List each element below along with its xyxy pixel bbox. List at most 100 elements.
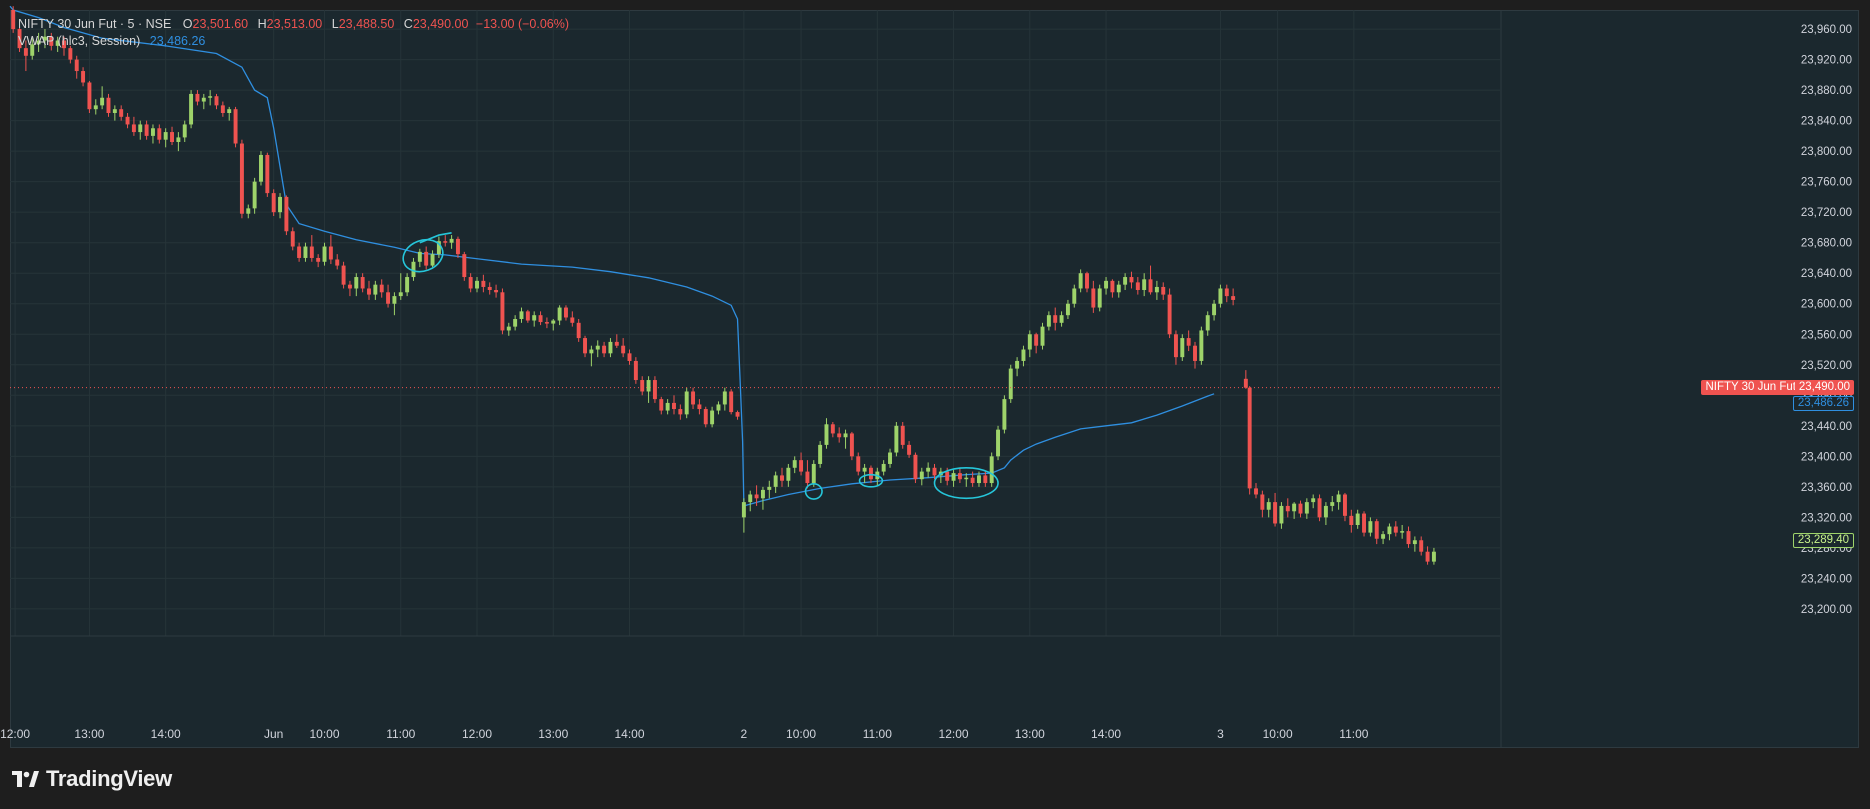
candle-body [373,284,378,295]
time-tick-label: 3 [1217,727,1224,741]
candle [119,105,124,121]
candle-body [487,286,492,291]
candle [1123,273,1128,291]
time-tick-label: 10:00 [310,727,340,741]
candle [462,251,467,281]
candle [589,345,594,367]
candle [11,6,16,33]
candle-body [633,360,638,381]
candle [424,246,429,270]
change-value: −13.00 (−0.06%) [475,17,570,31]
candle [405,273,410,297]
candle-body [716,404,721,411]
candle-body [341,265,346,285]
candle [532,311,537,327]
price-axis: 23,960.00 23,920.00 23,880.00 23,840.00 23,8… [1500,10,1852,748]
candle [951,470,956,487]
candle [1021,345,1026,367]
candle [640,376,645,396]
price-tick-label: 23,360.00 [1801,482,1852,494]
candle-body [125,116,130,125]
candle-body [589,349,594,354]
candle [494,284,499,298]
candle-body [1279,505,1284,524]
candle-body [1317,498,1322,518]
candle [1323,502,1328,525]
candle [665,399,670,415]
candle [576,319,581,342]
candle-body [392,296,397,304]
candle-body [926,467,931,472]
candle-body [532,315,537,321]
candle [176,132,181,152]
time-tick-label: 11:00 [863,727,892,741]
candle [570,311,575,327]
time-axis: 12:00 13:00 14:00 Jun 10:00 11:00 12:00 13:00 14… [0,635,1500,741]
candle-body [888,452,892,464]
candle [1154,280,1159,300]
candle [1027,330,1032,358]
candle-body [303,246,308,258]
candle [1097,284,1102,312]
candle-body [449,238,454,243]
candle [1040,322,1045,350]
candle-body [500,292,505,331]
candlestick-chart[interactable]: 23,960.00 23,920.00 23,880.00 23,840.00 23,8… [0,0,1870,809]
last-price-tag: 23,490.00 [1794,380,1854,396]
indicator-value: 23,486.26 [149,34,206,48]
time-tick-label: 2 [741,727,748,741]
candle [716,401,721,415]
candle-body [506,326,511,331]
candle [760,486,765,510]
candle-body [849,433,854,457]
grid [10,10,1500,636]
tradingview-wordmark: TradingView [46,766,172,791]
candle [843,429,848,449]
candle [1231,288,1236,306]
candle-body [176,137,181,142]
indicator-label[interactable]: VWAP (hlc3, Session) [18,34,140,48]
candle [335,254,340,270]
price-tick-label: 23,960.00 [1801,24,1852,36]
candle [1260,490,1265,518]
tradingview-branding[interactable]: TradingView [12,766,172,792]
candle-body [1260,494,1265,510]
candle [824,418,829,449]
candle [1015,357,1020,377]
candle [703,406,708,428]
time-tick-label: 13:00 [1015,727,1045,741]
candle [1279,502,1284,529]
candle [1266,498,1271,518]
candle-body [316,257,321,262]
candle-body [894,425,899,453]
candle [710,406,715,428]
price-tick-label: 23,720.00 [1801,207,1852,219]
indicator-legend[interactable]: VWAP (hlc3, Session) 23,486.26 [18,33,569,50]
candle-body [627,353,632,361]
candle [830,422,835,438]
candle [1330,496,1335,512]
candle-body [1349,515,1354,525]
candle [455,236,460,258]
candle-body [455,238,460,255]
candle [786,463,791,487]
candle-body [309,246,314,258]
candle-body [544,322,549,324]
candle [1046,311,1051,331]
candle [163,128,168,148]
ohlc-legend: NIFTY 30 Jun Fut · 5 · NSE O23,501.60 H2… [18,16,569,33]
candle-body [1224,288,1229,297]
candle-body [989,456,994,484]
candle [646,376,651,403]
candle [1148,265,1153,295]
candle-body [411,261,416,278]
candle-body [150,128,155,136]
time-tick-label: 14:00 [151,727,181,741]
candle [741,498,746,533]
candle [1292,502,1297,519]
candle-body [977,475,981,484]
candle-body [1412,540,1417,545]
candle [1355,509,1360,529]
candle-body [1254,488,1258,495]
symbol-label[interactable]: NIFTY 30 Jun Fut · 5 · NSE [18,17,171,31]
